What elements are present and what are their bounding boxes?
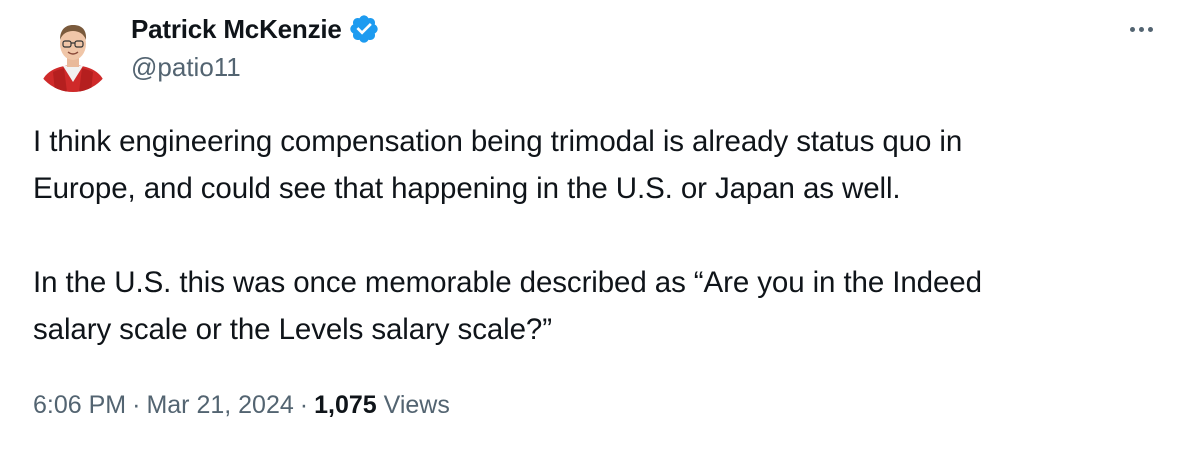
author-name-row: Patrick McKenzie	[131, 10, 380, 48]
author-display-name[interactable]: Patrick McKenzie	[131, 14, 342, 45]
tweet-timestamp[interactable]: 6:06 PM · Mar 21, 2024	[33, 391, 294, 419]
tweet-text-line: salary scale or the Levels salary scale?…	[33, 313, 552, 346]
author-handle[interactable]: @patio11	[131, 52, 241, 83]
avatar[interactable]	[33, 12, 113, 92]
tweet-card: Patrick McKenzie @patio11 I think engine…	[0, 0, 1188, 454]
views-label: Views	[383, 391, 450, 419]
tweet-text-line: Europe, and could see that happening in …	[33, 172, 901, 205]
more-options-icon[interactable]	[1122, 14, 1160, 44]
views-link[interactable]: 1,075 Views	[314, 391, 450, 419]
tweet-text: I think engineering compensation being t…	[33, 118, 1173, 353]
tweet-text-line: In the U.S. this was once memorable desc…	[33, 266, 982, 299]
tweet-metadata: 6:06 PM · Mar 21, 2024 · 1,075 Views	[33, 391, 450, 420]
avatar-image	[33, 12, 113, 92]
meta-separator: ·	[299, 391, 309, 419]
tweet-time: 6:06 PM	[33, 391, 127, 419]
meta-separator: ·	[132, 391, 141, 419]
tweet-text-line: I think engineering compensation being t…	[33, 125, 963, 158]
tweet-date: Mar 21, 2024	[146, 391, 294, 419]
views-count: 1,075	[314, 391, 377, 419]
verified-badge-icon[interactable]	[348, 13, 380, 45]
